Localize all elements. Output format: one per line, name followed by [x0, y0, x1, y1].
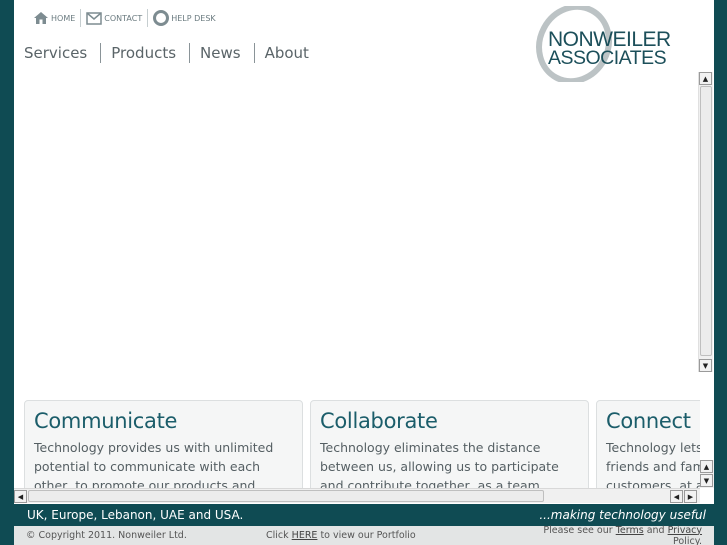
card-collaborate: Collaborate Technology eliminates the di… [310, 400, 589, 488]
portfolio-pre: Click [266, 530, 292, 541]
copyright: © Copyright 2011. Nonweiler Ltd. [26, 530, 187, 541]
helpdesk-link[interactable]: HELP DESK [148, 10, 220, 26]
home-icon [34, 12, 48, 24]
cards-horizontal-scrollbar[interactable]: ◀ ◀ ▶ [14, 488, 700, 503]
card-title: Connect [606, 409, 691, 433]
scroll-up-button[interactable]: ▲ [699, 72, 712, 85]
nav-services[interactable]: Services [14, 44, 100, 62]
card-text: Technology eliminates the distance betwe… [320, 440, 559, 488]
feature-cards: Communicate Technology provides us with … [14, 400, 700, 488]
card-title: Communicate [34, 409, 178, 433]
scroll-left-button[interactable]: ◀ [14, 490, 27, 503]
footer-locations: UK, Europe, Lebanon, UAE and USA. [27, 508, 244, 522]
cards-scroll-up-button[interactable]: ▲ [700, 460, 713, 473]
card-title: Collaborate [320, 409, 438, 433]
nav-news[interactable]: News [190, 44, 254, 62]
top-links: HOME CONTACT HELP DESK [28, 8, 221, 28]
main-vertical-scrollbar[interactable]: ▲ ▼ [698, 72, 713, 372]
footer-tagline: ...making technology useful [539, 508, 706, 522]
card-communicate: Communicate Technology provides us with … [24, 400, 303, 488]
footer-band: UK, Europe, Lebanon, UAE and USA. ...mak… [14, 504, 714, 526]
contact-link-label: CONTACT [104, 13, 143, 23]
nav-products[interactable]: Products [101, 44, 189, 62]
footer-bottom: © Copyright 2011. Nonweiler Ltd. Click H… [14, 525, 714, 545]
terms-link[interactable]: Terms [616, 525, 644, 536]
policy-text: Please see our Terms and Privacy Policy. [516, 525, 702, 545]
main-nav: Services Products News About [14, 42, 322, 64]
portfolio-link[interactable]: HERE [292, 530, 318, 541]
scroll-thumb[interactable] [700, 86, 712, 356]
company-logo[interactable]: NONWEILER ASSOCIATES [526, 6, 706, 82]
home-link[interactable]: HOME [28, 10, 80, 26]
lifebuoy-icon [153, 10, 170, 26]
scroll-down-button[interactable]: ▼ [699, 359, 712, 372]
policy-and: and [643, 524, 668, 536]
card-connect: Connect Technology lets us stay in touch… [596, 400, 700, 488]
cards-scroll-down-button[interactable]: ▼ [700, 474, 713, 487]
helpdesk-link-label: HELP DESK [171, 13, 216, 23]
home-link-label: HOME [51, 13, 76, 23]
contact-link[interactable]: CONTACT [81, 10, 147, 26]
nav-about[interactable]: About [255, 44, 322, 62]
scroll-right-button[interactable]: ▶ [684, 490, 697, 503]
cards-vertical-scrollbar[interactable]: ▲ ▼ [700, 460, 714, 488]
logo-line2: ASSOCIATES [548, 47, 667, 69]
portfolio-text: Click HERE to view our Portfolio [266, 530, 516, 541]
scroll-left-button[interactable]: ◀ [670, 490, 683, 503]
page-container: HOME CONTACT HELP DESK Services Products… [14, 0, 714, 504]
privacy-link[interactable]: Privacy [668, 525, 702, 536]
policy-post: Policy. [673, 535, 702, 545]
card-text: Technology lets us stay in touch with fr… [606, 440, 700, 488]
card-text: Technology provides us with unlimited po… [34, 440, 274, 488]
policy-pre: Please see our [543, 524, 616, 536]
scroll-thumb[interactable] [28, 490, 544, 502]
portfolio-post: to view our Portfolio [317, 530, 416, 541]
mail-icon [86, 12, 103, 25]
